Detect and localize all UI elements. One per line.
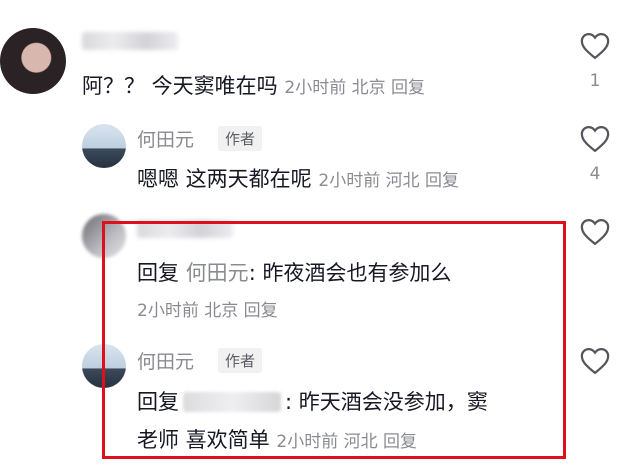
- avatar[interactable]: [82, 124, 126, 168]
- username[interactable]: 何田元: [137, 125, 194, 152]
- comment-text: 嗯嗯 这两天都在呢 2小时前 河北 回复: [137, 163, 459, 193]
- author-badge: 作者: [218, 126, 263, 151]
- comment-meta: 2小时前 北京 回复: [284, 78, 425, 98]
- heart-icon[interactable]: [580, 125, 610, 153]
- username-blurred[interactable]: [82, 32, 178, 50]
- comment-meta: 2小时前 河北 回复: [318, 171, 459, 191]
- heart-icon[interactable]: [580, 32, 610, 60]
- comment-body: 嗯嗯 这两天都在呢: [137, 167, 312, 191]
- comment-time: 2小时前: [284, 78, 347, 98]
- heart-icon[interactable]: [580, 218, 610, 246]
- avatar[interactable]: [0, 28, 66, 94]
- comment-location: 北京: [351, 78, 386, 98]
- comment-body: 阿？？ 今天窦唯在吗: [82, 74, 278, 98]
- comment-text: 阿？？ 今天窦唯在吗 2小时前 北京 回复: [82, 70, 425, 100]
- like-count: 4: [589, 164, 601, 184]
- comment-location: 河北: [385, 171, 420, 191]
- highlight-box: [102, 221, 566, 459]
- comment-time: 2小时前: [318, 171, 381, 191]
- reply-button[interactable]: 回复: [425, 171, 459, 191]
- heart-icon[interactable]: [580, 347, 610, 375]
- like-count: 1: [589, 71, 601, 91]
- reply-button[interactable]: 回复: [391, 78, 425, 98]
